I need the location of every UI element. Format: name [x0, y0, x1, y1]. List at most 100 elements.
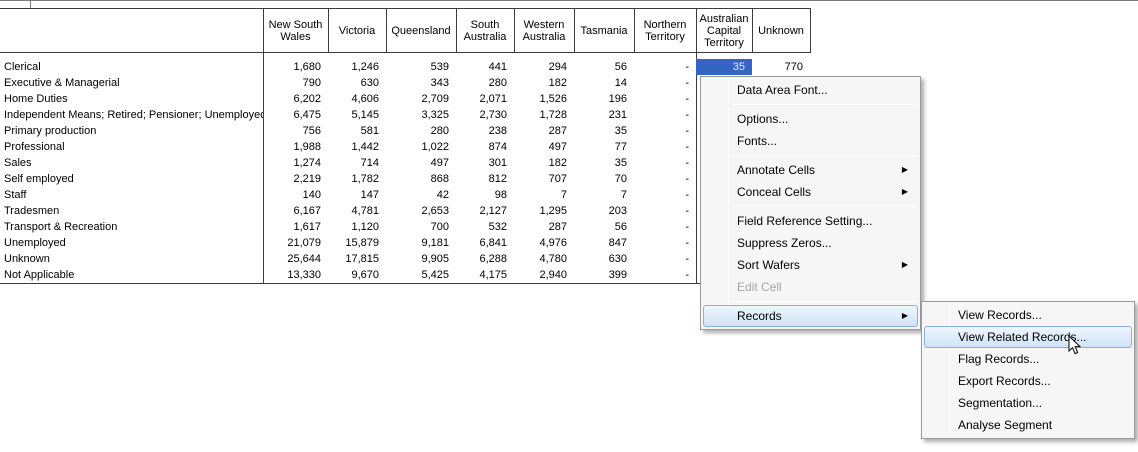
table-cell[interactable]: 238 [456, 123, 514, 139]
submenu-item-view-related-records[interactable]: View Related Records... [924, 326, 1132, 348]
table-cell[interactable]: 2,127 [456, 203, 514, 219]
table-cell[interactable]: 147 [328, 187, 386, 203]
table-cell[interactable]: 6,202 [263, 91, 328, 107]
table-cell[interactable]: 847 [574, 235, 634, 251]
table-cell[interactable]: 5,145 [328, 107, 386, 123]
table-cell[interactable]: 770 [752, 59, 810, 75]
table-cell[interactable]: 532 [456, 219, 514, 235]
table-cell[interactable]: - [634, 267, 696, 283]
row-label-professional[interactable]: Professional [0, 139, 263, 155]
table-cell[interactable]: 17,815 [328, 251, 386, 267]
table-cell[interactable]: 231 [574, 107, 634, 123]
table-cell[interactable]: 2,071 [456, 91, 514, 107]
column-header-unknown[interactable]: Unknown [752, 9, 810, 52]
table-cell[interactable]: - [634, 123, 696, 139]
table-cell[interactable]: 287 [514, 219, 574, 235]
table-cell[interactable]: 2,730 [456, 107, 514, 123]
table-cell[interactable]: 4,175 [456, 267, 514, 283]
table-cell[interactable]: 9,905 [386, 251, 456, 267]
table-cell[interactable]: 812 [456, 171, 514, 187]
table-cell[interactable]: 707 [514, 171, 574, 187]
table-cell[interactable]: 14 [574, 75, 634, 91]
submenu-item-analyse-segment[interactable]: Analyse Segment [924, 414, 1132, 436]
table-cell[interactable]: 203 [574, 203, 634, 219]
column-header-tasmania[interactable]: Tasmania [574, 9, 634, 52]
table-cell[interactable]: 77 [574, 139, 634, 155]
table-cell[interactable]: 5,425 [386, 267, 456, 283]
table-cell[interactable]: 56 [574, 219, 634, 235]
table-cell[interactable]: 714 [328, 155, 386, 171]
table-cell[interactable]: 301 [456, 155, 514, 171]
table-cell[interactable]: 4,781 [328, 203, 386, 219]
row-label-primary-production[interactable]: Primary production [0, 123, 263, 139]
table-cell[interactable]: 15,879 [328, 235, 386, 251]
table-cell[interactable]: 1,526 [514, 91, 574, 107]
table-cell[interactable]: 790 [263, 75, 328, 91]
table-cell[interactable]: 3,325 [386, 107, 456, 123]
column-header-victoria[interactable]: Victoria [328, 9, 386, 52]
table-cell[interactable]: 581 [328, 123, 386, 139]
table-cell[interactable]: - [634, 91, 696, 107]
table-cell[interactable]: 630 [328, 75, 386, 91]
table-cell[interactable]: 1,246 [328, 59, 386, 75]
row-label-executive-managerial[interactable]: Executive & Managerial [0, 75, 263, 91]
table-cell[interactable]: 9,181 [386, 235, 456, 251]
table-cell[interactable]: 2,709 [386, 91, 456, 107]
table-cell[interactable]: 1,988 [263, 139, 328, 155]
table-cell[interactable]: 280 [456, 75, 514, 91]
submenu-item-flag-records[interactable]: Flag Records... [924, 348, 1132, 370]
table-cell[interactable]: - [634, 219, 696, 235]
table-cell[interactable]: 2,940 [514, 267, 574, 283]
submenu-item-export-records[interactable]: Export Records... [924, 370, 1132, 392]
table-cell[interactable]: 441 [456, 59, 514, 75]
table-cell[interactable]: 6,841 [456, 235, 514, 251]
table-cell[interactable]: 2,219 [263, 171, 328, 187]
table-cell[interactable]: 4,780 [514, 251, 574, 267]
menu-item-field-reference-setting[interactable]: Field Reference Setting... [703, 210, 918, 232]
table-cell[interactable]: - [634, 155, 696, 171]
table-cell[interactable]: 6,288 [456, 251, 514, 267]
column-header-queensland[interactable]: Queensland [386, 9, 456, 52]
menu-item-records[interactable]: Records▶ [703, 305, 918, 327]
row-label-tradesmen[interactable]: Tradesmen [0, 203, 263, 219]
table-cell[interactable]: - [634, 171, 696, 187]
table-cell[interactable]: 13,330 [263, 267, 328, 283]
row-label-home-duties[interactable]: Home Duties [0, 91, 263, 107]
row-label-independent-means-retired-pensioner-unemployed[interactable]: Independent Means; Retired; Pensioner; U… [0, 107, 263, 123]
column-header-northern-territory[interactable]: Northern Territory [634, 9, 696, 52]
table-cell[interactable]: 287 [514, 123, 574, 139]
table-cell[interactable]: 42 [386, 187, 456, 203]
table-cell[interactable]: 497 [386, 155, 456, 171]
row-label-self-employed[interactable]: Self employed [0, 171, 263, 187]
table-cell[interactable]: 2,653 [386, 203, 456, 219]
table-cell[interactable]: - [634, 75, 696, 91]
column-header-south-australia[interactable]: South Australia [456, 9, 514, 52]
table-cell[interactable]: 399 [574, 267, 634, 283]
table-cell[interactable]: 1,728 [514, 107, 574, 123]
table-cell[interactable]: 1,782 [328, 171, 386, 187]
selected-cell[interactable]: 35 [696, 59, 752, 75]
table-cell[interactable]: 70 [574, 171, 634, 187]
table-cell[interactable]: 868 [386, 171, 456, 187]
table-cell[interactable]: 140 [263, 187, 328, 203]
table-cell[interactable]: 1,274 [263, 155, 328, 171]
table-cell[interactable]: 539 [386, 59, 456, 75]
table-cell[interactable]: 1,120 [328, 219, 386, 235]
row-label-clerical[interactable]: Clerical [0, 59, 263, 75]
menu-item-suppress-zeros[interactable]: Suppress Zeros... [703, 232, 918, 254]
row-label-sales[interactable]: Sales [0, 155, 263, 171]
table-cell[interactable]: 196 [574, 91, 634, 107]
menu-item-fonts[interactable]: Fonts... [703, 130, 918, 152]
submenu-item-segmentation[interactable]: Segmentation... [924, 392, 1132, 414]
table-cell[interactable]: - [634, 251, 696, 267]
table-cell[interactable]: 630 [574, 251, 634, 267]
table-cell[interactable]: 280 [386, 123, 456, 139]
table-cell[interactable]: 35 [574, 155, 634, 171]
table-cell[interactable]: 1,022 [386, 139, 456, 155]
table-cell[interactable]: 4,606 [328, 91, 386, 107]
menu-item-sort-wafers[interactable]: Sort Wafers▶ [703, 254, 918, 276]
table-cell[interactable]: 35 [574, 123, 634, 139]
table-cell[interactable]: 182 [514, 155, 574, 171]
row-label-unknown[interactable]: Unknown [0, 251, 263, 267]
row-label-unemployed[interactable]: Unemployed [0, 235, 263, 251]
